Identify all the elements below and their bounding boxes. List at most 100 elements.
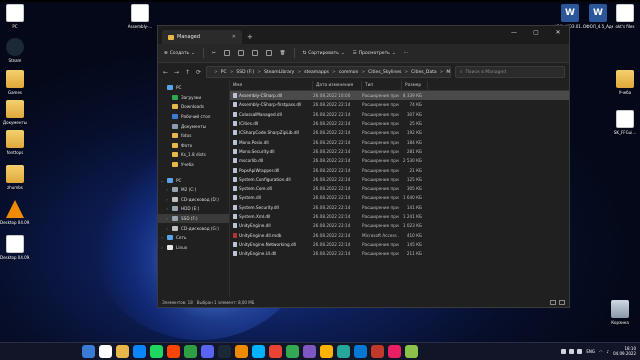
breadcrumb-item[interactable]: PC	[221, 70, 227, 75]
file-row[interactable]: System.dll 26.08.2022 22:14 Расширение при…	[230, 193, 569, 202]
minimize-button[interactable]: —	[503, 26, 525, 40]
column-size[interactable]: Размер	[402, 81, 428, 90]
language-indicator[interactable]: ENG	[586, 349, 595, 354]
breadcrumb-item[interactable]: Managed	[446, 70, 450, 75]
desktop-icon[interactable]: Desktop 04.09.2022...	[0, 200, 30, 225]
file-row[interactable]: UnityEngine.UI.dll 26.08.2022 22:14 Расшир…	[230, 249, 569, 258]
file-row[interactable]: System.Security.dll 26.08.2022 22:14 Расши…	[230, 203, 569, 212]
new-tab-button[interactable]: +	[247, 33, 253, 41]
sidebar-item[interactable]: Downloads	[158, 102, 229, 112]
view-button[interactable]: ☰ Просмотреть ⌄	[353, 51, 396, 56]
chevron-right-icon[interactable]: ›	[165, 197, 169, 202]
file-row[interactable]: Mono.Posix.dll 26.08.2022 22:14 Расширение…	[230, 137, 569, 146]
column-date[interactable]: Дата изменения	[313, 81, 362, 90]
tray-icon[interactable]	[561, 348, 567, 354]
taskbar-app-icon[interactable]	[133, 345, 146, 358]
taskbar-app-icon[interactable]	[252, 345, 265, 358]
breadcrumb-item[interactable]: Cities_Data	[411, 70, 437, 75]
taskbar-app-icon[interactable]	[405, 345, 418, 358]
taskbar-app-icon[interactable]	[150, 345, 163, 358]
close-window-button[interactable]: ✕	[547, 26, 569, 40]
tray-icon[interactable]	[577, 348, 583, 354]
more-icon[interactable]: ···	[404, 51, 408, 56]
file-row[interactable]: ColossalManaged.dll 26.08.2022 22:14 Расши…	[230, 110, 569, 119]
sidebar-item[interactable]: › Сеть	[158, 233, 229, 243]
chevron-right-icon[interactable]: ›	[165, 226, 169, 231]
file-row[interactable]: System.Xml.dll 26.08.2022 22:14 Расширение…	[230, 212, 569, 221]
file-row[interactable]: UnityEngine.Networking.dll 26.08.2022 22:…	[230, 240, 569, 249]
taskbar-app-icon[interactable]	[99, 345, 112, 358]
volume-icon[interactable]: ♪	[607, 349, 610, 354]
up-icon[interactable]: ↑	[184, 69, 191, 76]
file-row[interactable]: ICities.dll 26.08.2022 22:14 Расширение пр…	[230, 119, 569, 128]
sidebar-item[interactable]: › HDD (E:)	[158, 204, 229, 214]
column-type[interactable]: Тип	[362, 81, 402, 90]
sidebar-item[interactable]: fotos	[158, 131, 229, 141]
cut-icon[interactable]: ✂	[212, 51, 216, 56]
desktop-icon[interactable]: zhumbs	[0, 165, 30, 190]
details-view-icon[interactable]	[550, 299, 556, 305]
delete-icon[interactable]: 🗑	[280, 51, 286, 56]
taskbar-app-icon[interactable]	[303, 345, 316, 358]
file-row[interactable]: UnityEngine.dll.mdb 26.08.2022 22:14 Micro…	[230, 230, 569, 239]
tray-icon[interactable]	[569, 348, 575, 354]
taskbar-app-icon[interactable]	[201, 345, 214, 358]
sidebar-item[interactable]: › Linux	[158, 243, 229, 253]
taskbar-app-icon[interactable]	[388, 345, 401, 358]
tiles-view-icon[interactable]	[559, 299, 565, 305]
forward-icon[interactable]: →	[173, 69, 180, 76]
sidebar-item[interactable]: › SSD (F:)	[158, 213, 229, 224]
desktop-icon[interactable]: fonttops	[0, 130, 30, 155]
sidebar-item[interactable]: Фото	[158, 141, 229, 151]
close-tab-icon[interactable]: ✕	[232, 34, 236, 40]
column-name[interactable]: Имя	[230, 81, 313, 90]
sidebar-item[interactable]: Рабочий стол	[158, 112, 229, 122]
taskbar-app-icon[interactable]	[320, 345, 333, 358]
chevron-right-icon[interactable]: ›	[160, 235, 164, 240]
file-row[interactable]: System.Core.dll 26.08.2022 22:14 Расширени…	[230, 184, 569, 193]
chevron-down-icon[interactable]: ⌄	[160, 178, 164, 183]
file-row[interactable]: Mono.Security.dll 26.08.2022 22:14 Расшире…	[230, 147, 569, 156]
wifi-icon[interactable]: ◠	[599, 349, 603, 354]
maximize-button[interactable]: ▢	[525, 26, 547, 40]
start-button[interactable]	[82, 345, 95, 358]
desktop-icon[interactable]: Корзина	[605, 300, 635, 325]
file-row[interactable]: System.Configuration.dll 26.08.2022 22:14…	[230, 175, 569, 184]
desktop-icon[interactable]: Games	[0, 70, 30, 95]
paste-icon[interactable]	[237, 50, 244, 56]
taskbar-app-icon[interactable]	[167, 345, 180, 358]
desktop-icon[interactable]: Steam	[0, 38, 30, 63]
desktop-icon[interactable]: Assembly-...	[125, 4, 155, 29]
desktop-icon[interactable]: PC	[0, 4, 30, 29]
desktop-icon[interactable]: SK_FFGui...	[610, 110, 640, 135]
sort-button[interactable]: ⇅ Сортировать ⌄	[303, 51, 345, 56]
taskbar-app-icon[interactable]	[337, 345, 350, 358]
taskbar-app-icon[interactable]	[235, 345, 248, 358]
taskbar-app-icon[interactable]	[116, 345, 129, 358]
share-icon[interactable]	[265, 50, 272, 56]
sidebar-item[interactable]: ⌄ PC	[158, 175, 229, 185]
clock[interactable]: 18:10 04.09.2022	[613, 346, 636, 356]
refresh-icon[interactable]: ⟳	[195, 69, 202, 76]
sidebar-item[interactable]: Учеба	[158, 160, 229, 170]
desktop-icon[interactable]: Учеба	[610, 70, 640, 95]
taskbar-app-icon[interactable]	[218, 345, 231, 358]
desktop-icon[interactable]: okt's files	[610, 4, 640, 29]
chevron-right-icon[interactable]: ›	[160, 245, 164, 250]
create-button[interactable]: ⊕ Создать ⌄	[164, 51, 195, 56]
taskbar-app-icon[interactable]	[354, 345, 367, 358]
sidebar-item[interactable]: Документы	[158, 121, 229, 131]
file-row[interactable]: Assembly-CSharp-firstpass.dll 26.08.2022 …	[230, 100, 569, 109]
desktop-icon[interactable]: Документы	[0, 100, 30, 125]
back-icon[interactable]: ←	[162, 69, 169, 76]
sidebar-item[interactable]: Ks_1.8 dists	[158, 150, 229, 160]
tab-managed[interactable]: Managed ✕	[162, 30, 242, 44]
sidebar-item[interactable]: Загрузки	[158, 93, 229, 103]
chevron-right-icon[interactable]: ›	[165, 187, 169, 192]
file-row[interactable]: UnityEngine.dll 26.08.2022 22:14 Расширени…	[230, 221, 569, 230]
file-row[interactable]: ICSharpCode.SharpZipLib.dll 26.08.2022 22…	[230, 128, 569, 137]
breadcrumb-item[interactable]: common	[339, 70, 359, 75]
breadcrumb-item[interactable]: Cities_Skylines	[368, 70, 401, 75]
address-bar[interactable]: > PC > SSD (F:) > SteamLibrary > steamapps > comm…	[206, 66, 451, 78]
breadcrumb-item[interactable]: steamapps	[304, 70, 329, 75]
